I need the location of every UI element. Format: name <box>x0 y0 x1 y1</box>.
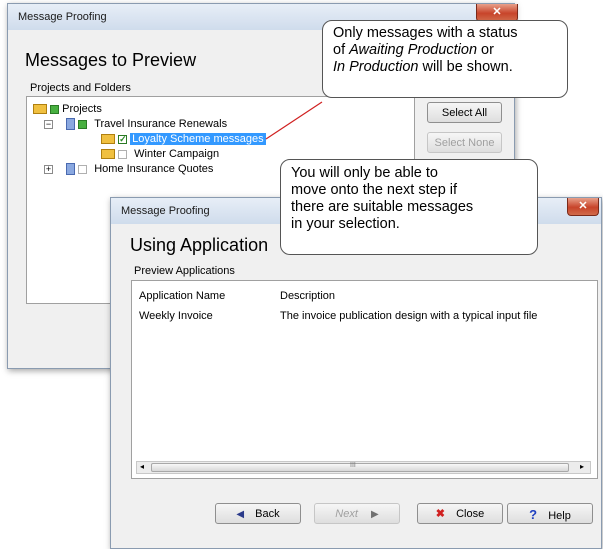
tree-item-label: Winter Campaign <box>134 148 220 160</box>
tree-item-label: Home Insurance Quotes <box>94 163 214 175</box>
collapse-icon[interactable]: − <box>44 119 53 129</box>
tree-item-winter[interactable]: Winter Campaign <box>101 147 219 161</box>
scrollbar-grip: III <box>350 462 356 469</box>
select-all-button[interactable]: Select All <box>427 102 502 123</box>
close-button[interactable]: ✖ Close <box>417 503 503 524</box>
column-header-description[interactable]: Description <box>280 290 335 302</box>
close-x-icon: ✖ <box>435 508 446 520</box>
tree-item-label: Projects <box>62 103 102 115</box>
scroll-right-icon[interactable]: ▸ <box>580 462 584 471</box>
checkbox-icon[interactable] <box>78 164 88 174</box>
help-button-label: Help <box>548 510 571 522</box>
tree-item-label: Loyalty Scheme messages <box>130 133 266 145</box>
tree-item-loyalty[interactable]: ✓ Loyalty Scheme messages <box>101 132 266 146</box>
checkbox-icon[interactable] <box>50 104 60 114</box>
callout-italic-text: Awaiting Production <box>349 42 478 58</box>
table-cell-name: Weekly Invoice <box>139 310 213 322</box>
close-button-label: Close <box>456 508 485 520</box>
next-arrow-icon: ▶ <box>370 509 379 520</box>
back-button[interactable]: ◀ Back <box>215 503 301 524</box>
tree-item-projects[interactable]: Projects <box>33 102 102 116</box>
callout-next-step-note: You will only be able to move onto the n… <box>280 159 538 255</box>
horizontal-scrollbar[interactable]: ◂ III ▸ <box>136 461 591 474</box>
checkbox-icon[interactable] <box>118 149 128 159</box>
callout-text: will be shown. <box>418 59 513 75</box>
checkbox-icon[interactable] <box>78 119 88 129</box>
front-window-close-button[interactable]: ✕ <box>567 198 599 216</box>
tree-item-home[interactable]: + Home Insurance Quotes <box>44 162 213 176</box>
help-question-icon: ? <box>529 507 538 522</box>
next-button[interactable]: Next ▶ <box>314 503 400 524</box>
folder-icon <box>101 149 115 160</box>
folder-icon <box>33 104 47 115</box>
column-header-name[interactable]: Application Name <box>139 290 225 302</box>
callout-line: in your selection. <box>291 216 400 232</box>
back-button-label: Back <box>255 508 280 520</box>
applications-list[interactable]: Application Name Description Weekly Invo… <box>131 280 598 479</box>
scrollbar-thumb[interactable]: III <box>151 462 569 472</box>
callout-line: In Production will be shown. <box>333 59 557 76</box>
callout-line: of Awaiting Production or <box>333 42 557 59</box>
tree-item-label: Travel Insurance Renewals <box>94 118 228 130</box>
callout-text: of <box>333 42 350 58</box>
table-cell-description: The invoice publication design with a ty… <box>280 310 538 322</box>
checkbox-checked-icon[interactable]: ✓ <box>118 134 128 144</box>
callout-italic-text: In Production <box>333 59 419 75</box>
table-row[interactable]: Weekly Invoice The invoice publication d… <box>132 309 595 325</box>
callout-line: there are suitable messages <box>291 199 474 215</box>
back-window-title: Message Proofing <box>18 11 107 23</box>
help-button[interactable]: ? Help <box>507 503 593 524</box>
callout-text: or <box>477 42 494 58</box>
expand-icon[interactable]: + <box>44 164 53 174</box>
preview-applications-label: Preview Applications <box>134 265 235 277</box>
tree-item-travel[interactable]: − Travel Insurance Renewals <box>44 117 227 131</box>
document-icon <box>66 163 76 176</box>
back-arrow-icon: ◀ <box>236 509 245 520</box>
callout-line: Only messages with a status <box>333 25 518 41</box>
callout-status-note: Only messages with a status of Awaiting … <box>322 20 568 98</box>
select-none-button[interactable]: Select None <box>427 132 502 153</box>
back-window-heading: Messages to Preview <box>25 50 197 70</box>
document-icon <box>66 118 76 131</box>
front-window-heading: Using Application <box>130 235 269 255</box>
callout-line: move onto the next step if <box>291 182 458 198</box>
front-window-title: Message Proofing <box>121 205 210 217</box>
projects-folders-label: Projects and Folders <box>30 82 131 94</box>
scroll-left-icon[interactable]: ◂ <box>140 462 144 471</box>
folder-icon <box>101 134 115 145</box>
callout-line: You will only be able to <box>291 165 438 181</box>
next-button-label: Next <box>335 508 358 520</box>
